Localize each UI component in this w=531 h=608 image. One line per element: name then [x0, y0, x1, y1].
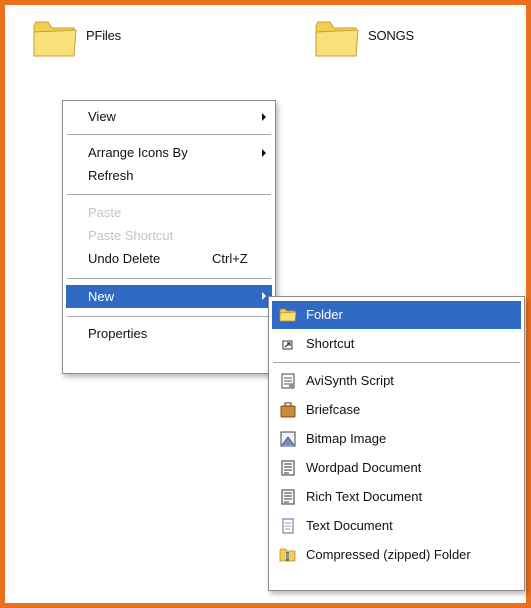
menu-item-paste-shortcut-label: Paste Shortcut: [88, 228, 174, 243]
menu-item-view[interactable]: View: [66, 106, 272, 128]
submenu-item-briefcase-label: Briefcase: [306, 402, 361, 417]
folder-label-pfiles[interactable]: PFiles: [86, 28, 121, 43]
submenu-item-text-label: Text Document: [306, 518, 393, 533]
submenu-item-bitmap[interactable]: Bitmap Image: [272, 425, 521, 453]
folder-icon: [279, 308, 297, 322]
desktop[interactable]: PFiles SONGS View Arrange Icons By Refre…: [6, 6, 525, 602]
submenu-item-rich-text[interactable]: Rich Text Document: [272, 483, 521, 511]
submenu-item-shortcut[interactable]: Shortcut: [272, 330, 521, 358]
menu-separator: [67, 316, 271, 317]
text-document-icon: [282, 518, 294, 534]
menu-item-properties[interactable]: Properties: [66, 323, 272, 345]
folder-icon[interactable]: [312, 12, 362, 62]
submenu-item-wordpad[interactable]: Wordpad Document: [272, 454, 521, 482]
folder-label-songs[interactable]: SONGS: [368, 28, 414, 43]
menu-item-properties-label: Properties: [88, 326, 148, 341]
menu-item-view-label: View: [88, 109, 116, 124]
menu-item-new[interactable]: New: [66, 285, 272, 308]
context-menu: View Arrange Icons By Refresh Paste Past…: [62, 100, 276, 374]
submenu-item-briefcase[interactable]: Briefcase: [272, 396, 521, 424]
menu-item-new-label: New: [88, 289, 115, 304]
menu-item-undo-delete[interactable]: Undo Delete Ctrl+Z: [66, 248, 272, 270]
document-icon: [281, 489, 295, 505]
submenu-item-compressed-label: Compressed (zipped) Folder: [306, 547, 471, 562]
submenu-item-rich-text-label: Rich Text Document: [306, 489, 423, 504]
submenu-item-avisynth[interactable]: AviSynth Script: [272, 367, 521, 395]
script-icon: [281, 373, 295, 389]
menu-item-refresh-label: Refresh: [88, 168, 134, 183]
menu-item-arrange-label: Arrange Icons By: [88, 145, 188, 160]
menu-item-refresh[interactable]: Refresh: [66, 165, 272, 187]
submenu-item-text[interactable]: Text Document: [272, 512, 521, 540]
shortcut-arrow-icon: [282, 340, 293, 350]
chevron-right-icon: [262, 292, 266, 300]
chevron-right-icon: [262, 149, 266, 157]
menu-item-paste-shortcut: Paste Shortcut: [66, 225, 272, 247]
folder-icon[interactable]: [30, 12, 80, 62]
document-icon: [281, 460, 295, 476]
submenu-item-compressed[interactable]: Compressed (zipped) Folder: [272, 541, 521, 569]
menu-separator: [273, 362, 520, 363]
submenu-item-wordpad-label: Wordpad Document: [306, 460, 422, 475]
submenu-item-shortcut-label: Shortcut: [306, 336, 355, 351]
briefcase-icon: [280, 402, 296, 418]
menu-item-undo-shortcut: Ctrl+Z: [212, 251, 248, 266]
new-submenu: Folder Shortcut AviSynth Script Briefcas…: [268, 296, 525, 591]
menu-separator: [67, 278, 271, 279]
submenu-item-bitmap-label: Bitmap Image: [306, 431, 387, 446]
submenu-item-folder[interactable]: Folder: [272, 301, 521, 329]
submenu-item-avisynth-label: AviSynth Script: [306, 373, 394, 388]
zip-folder-icon: [279, 548, 296, 562]
bitmap-image-icon: [280, 431, 296, 447]
menu-item-paste: Paste: [66, 202, 272, 224]
menu-separator: [67, 134, 271, 135]
chevron-right-icon: [262, 113, 266, 121]
submenu-item-folder-label: Folder: [306, 307, 343, 322]
menu-item-undo-label: Undo Delete: [88, 251, 161, 266]
menu-item-arrange-icons[interactable]: Arrange Icons By: [66, 142, 272, 164]
menu-item-paste-label: Paste: [88, 205, 122, 220]
menu-separator: [67, 194, 271, 195]
